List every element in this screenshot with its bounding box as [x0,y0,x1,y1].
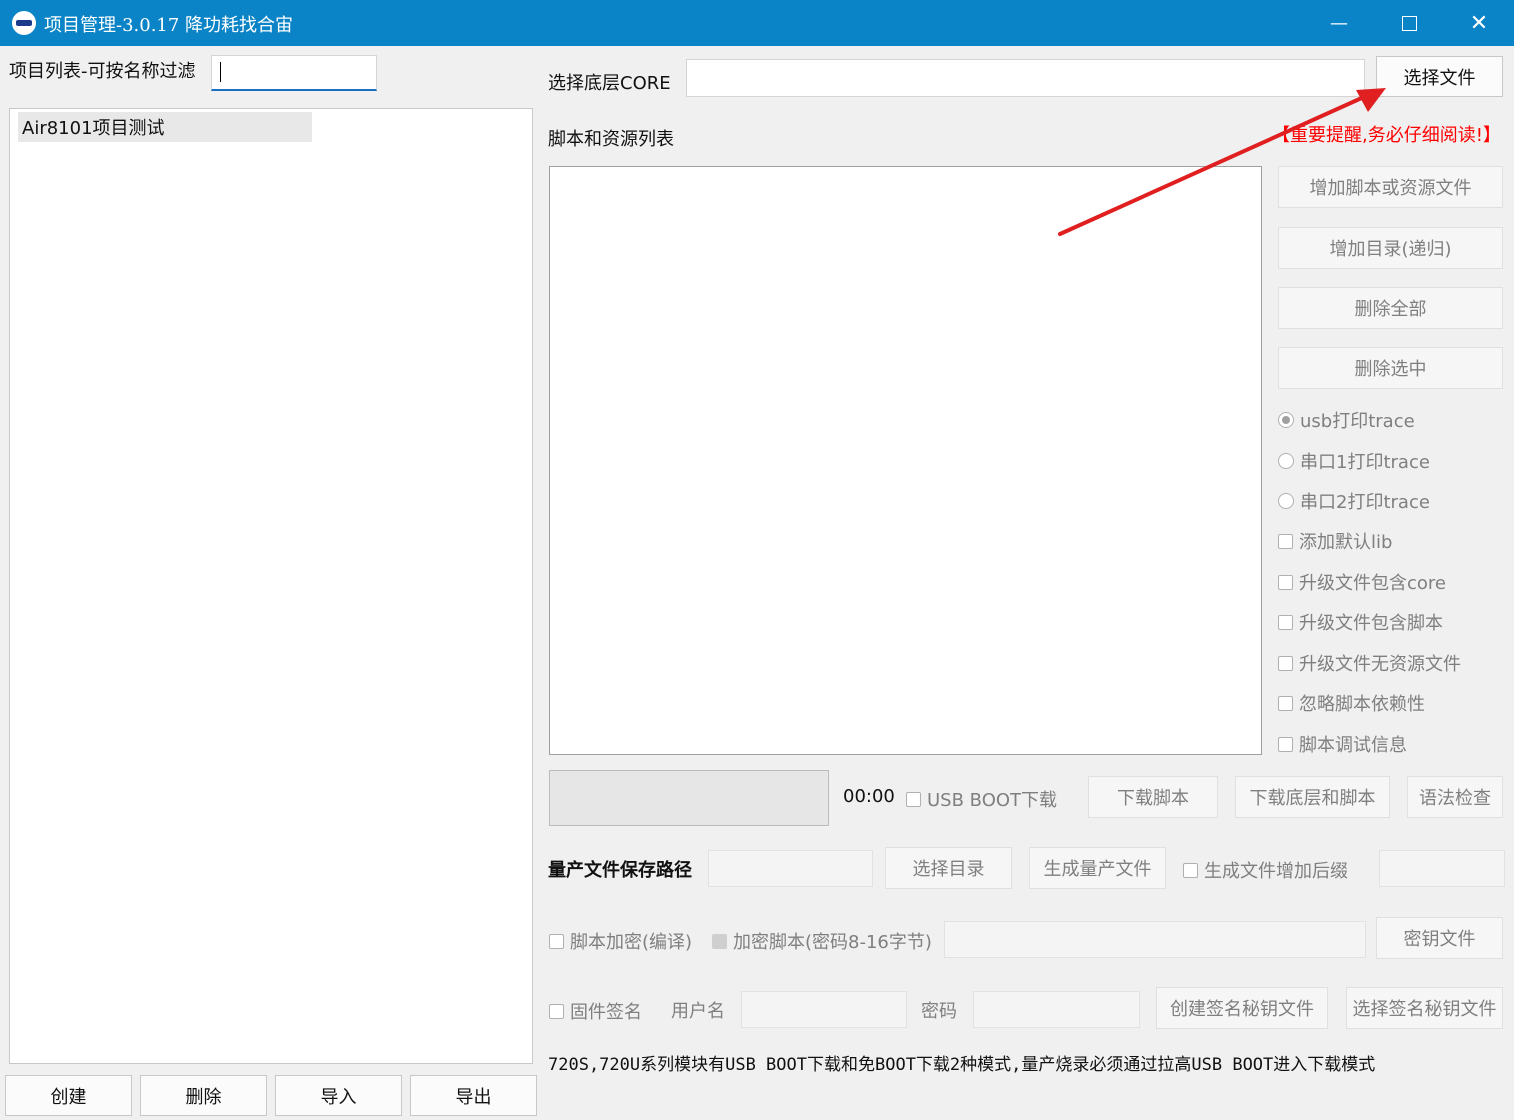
title-bar: 项目管理-3.0.17 降功耗找合宙 — ✕ [0,0,1514,46]
checkbox-include-script[interactable]: 升级文件包含脚本 [1278,609,1443,635]
select-sign-key-button[interactable]: 选择签名秘钥文件 [1346,987,1503,1029]
password-label: 密码 [921,1001,957,1022]
text-cursor [220,62,221,82]
create-button[interactable]: 创建 [5,1075,132,1116]
checkbox-box [1278,614,1293,630]
progress-bar [549,770,829,826]
mass-path-input[interactable] [708,850,873,887]
password-input[interactable] [973,991,1140,1028]
suffix-input[interactable] [1379,850,1505,887]
radio-uart1-trace[interactable]: 串口1打印trace [1278,448,1430,474]
radio-label: usb打印trace [1300,411,1415,432]
close-button[interactable]: ✕ [1444,0,1514,46]
generate-mass-file-button[interactable]: 生成量产文件 [1029,847,1166,889]
scripts-list[interactable] [549,166,1262,755]
app-logo-icon [12,11,36,35]
checkbox-include-core[interactable]: 升级文件包含core [1278,569,1446,595]
window-title: 项目管理-3.0.17 降功耗找合宙 [44,15,294,36]
radio-indicator [1278,412,1294,428]
minimize-button[interactable]: — [1304,0,1374,46]
select-file-button[interactable]: 选择文件 [1376,56,1503,97]
checkbox-add-suffix[interactable]: 生成文件增加后缀 [1183,857,1348,883]
delete-all-button[interactable]: 删除全部 [1278,287,1503,329]
checkbox-box [1278,533,1293,549]
checkbox-box [1278,574,1293,590]
create-sign-key-button[interactable]: 创建签名秘钥文件 [1156,987,1328,1029]
import-button[interactable]: 导入 [275,1075,402,1116]
radio-indicator [1278,493,1294,509]
radio-indicator [1278,453,1294,469]
checkbox-box [1183,862,1198,878]
encrypt-password-input[interactable] [944,921,1366,958]
checkbox-box [1278,736,1293,752]
mass-path-label: 量产文件保存路径 [548,860,692,881]
project-filter-input[interactable] [211,55,377,91]
core-label: 选择底层CORE [548,73,671,94]
export-button[interactable]: 导出 [410,1075,537,1116]
checkbox-encrypt-script[interactable]: 加密脚本(密码8-16字节) [712,928,932,954]
checkbox-box [549,933,564,949]
delete-selected-button[interactable]: 删除选中 [1278,347,1503,389]
checkbox-label: 忽略脚本依赖性 [1299,694,1425,715]
checkbox-label: USB BOOT下载 [927,790,1058,811]
checkbox-box [549,1003,564,1019]
checkbox-box [906,791,921,807]
radio-uart2-trace[interactable]: 串口2打印trace [1278,488,1430,514]
delete-button[interactable]: 删除 [140,1075,267,1116]
checkbox-label: 升级文件包含脚本 [1299,613,1443,634]
checkbox-firmware-sign[interactable]: 固件签名 [549,998,642,1024]
checkbox-label: 固件签名 [570,1002,642,1023]
scripts-label: 脚本和资源列表 [548,129,674,150]
download-core-script-button[interactable]: 下载底层和脚本 [1235,776,1390,818]
checkbox-debug-info[interactable]: 脚本调试信息 [1278,731,1407,757]
list-item[interactable]: Air8101项目测试 [18,112,312,142]
checkbox-label: 脚本加密(编译) [570,932,693,953]
usb-boot-note: 720S,720U系列模块有USB BOOT下载和免BOOT下载2种模式,量产烧… [548,1055,1376,1075]
checkbox-label: 加密脚本(密码8-16字节) [733,932,932,953]
checkbox-label: 升级文件包含core [1299,573,1446,594]
download-script-button[interactable]: 下载脚本 [1088,776,1218,818]
maximize-icon [1401,15,1417,31]
maximize-button[interactable] [1374,0,1444,46]
syntax-check-button[interactable]: 语法检查 [1407,776,1503,818]
timer-text: 00:00 [843,786,895,807]
checkbox-label: 添加默认lib [1299,532,1393,553]
checkbox-no-resource[interactable]: 升级文件无资源文件 [1278,650,1461,676]
close-icon: ✕ [1469,10,1489,36]
checkbox-box [1278,655,1293,671]
checkbox-ignore-deps[interactable]: 忽略脚本依赖性 [1278,690,1425,716]
checkbox-label: 生成文件增加后缀 [1204,861,1348,882]
checkbox-box [712,933,727,949]
select-directory-button[interactable]: 选择目录 [885,847,1012,889]
radio-usb-trace[interactable]: usb打印trace [1278,407,1415,433]
username-input[interactable] [741,991,907,1028]
minimize-icon: — [1330,12,1348,34]
project-filter-label: 项目列表-可按名称过滤 [9,61,196,82]
checkbox-add-default-lib[interactable]: 添加默认lib [1278,528,1392,554]
radio-label: 串口1打印trace [1300,452,1430,473]
red-arrow-annotation [1058,88,1386,236]
key-file-button[interactable]: 密钥文件 [1376,917,1503,959]
checkbox-script-compile[interactable]: 脚本加密(编译) [549,928,692,954]
username-label: 用户名 [671,1001,725,1022]
checkbox-usb-boot[interactable]: USB BOOT下载 [906,786,1057,812]
checkbox-box [1278,695,1293,711]
checkbox-label: 升级文件无资源文件 [1299,654,1461,675]
project-list[interactable]: Air8101项目测试 [9,108,533,1064]
checkbox-label: 脚本调试信息 [1299,735,1407,756]
radio-label: 串口2打印trace [1300,492,1430,513]
